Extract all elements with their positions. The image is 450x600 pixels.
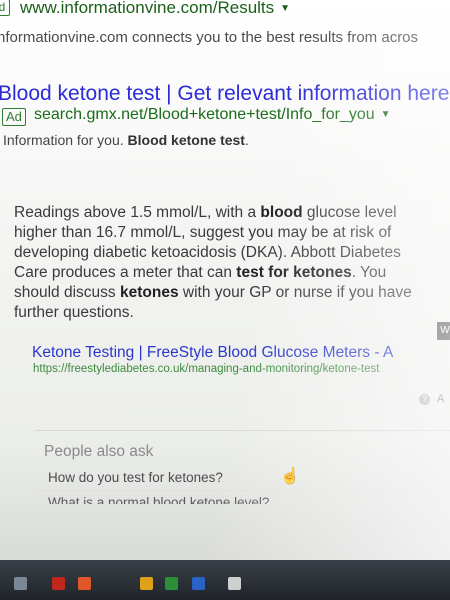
browser-content: d www.informationvine.com/Results ▼ nform… xyxy=(0,0,450,560)
caret-down-icon[interactable]: ▼ xyxy=(280,3,290,14)
app-icon-orange[interactable] xyxy=(78,577,91,590)
app-icon-grey[interactable] xyxy=(228,577,241,590)
people-also-ask-title: People also ask xyxy=(44,443,154,460)
top-result-url-text: www.informationvine.com/Results xyxy=(20,0,275,17)
featured-snippet: Readings above 1.5 mmol/L, with a blood … xyxy=(14,203,434,323)
snippet-bold: test for ketones xyxy=(236,264,352,281)
divider xyxy=(35,430,450,431)
ad-result-title-link[interactable]: Blood ketone test | Get relevant informa… xyxy=(0,82,449,106)
divider xyxy=(35,490,450,491)
ad-result-url-text: search.gmx.net/Blood+ketone+test/Info_fo… xyxy=(34,106,375,123)
result-title-link[interactable]: Ketone Testing | FreeStyle Blood Glucose… xyxy=(32,344,393,362)
ad-result-description: Information for you. Blood ketone test. xyxy=(3,132,249,148)
app-icon-yellow[interactable] xyxy=(140,577,153,590)
app-icon-green[interactable] xyxy=(165,577,178,590)
ad-desc-suffix: . xyxy=(244,132,249,148)
side-tag: W xyxy=(437,322,450,340)
caret-down-icon[interactable]: ▼ xyxy=(381,109,391,120)
help-text[interactable]: A xyxy=(437,393,444,405)
snippet-bold: ketones xyxy=(119,284,179,301)
ad-badge-top: d xyxy=(0,0,10,16)
top-result-description: nformationvine.com connects you to the b… xyxy=(0,29,419,46)
app-icon-blue[interactable] xyxy=(192,577,205,590)
top-result-url[interactable]: www.informationvine.com/Results ▼ xyxy=(20,0,290,18)
help-icon[interactable]: ? xyxy=(419,394,430,405)
ad-desc-bold: Blood ketone test xyxy=(127,132,245,148)
ad-result-url[interactable]: search.gmx.net/Blood+ketone+test/Info_fo… xyxy=(34,106,391,124)
snippet-bold: blood xyxy=(260,204,303,221)
taskbar xyxy=(0,560,450,600)
paa-question[interactable]: What is a normal blood ketone level? xyxy=(48,495,269,504)
result-url: https://freestylediabetes.co.uk/managing… xyxy=(33,363,380,375)
app-icon-red[interactable] xyxy=(52,577,65,590)
paa-question[interactable]: How do you test for ketones? xyxy=(48,470,223,485)
ad-desc-prefix: Information for you. xyxy=(3,132,128,148)
snippet-text: Readings above 1.5 mmol/L, with a xyxy=(14,204,261,221)
ad-badge: Ad xyxy=(2,108,26,126)
windows-start-icon[interactable] xyxy=(14,577,27,590)
hand-cursor-icon: ☝ xyxy=(280,468,300,485)
